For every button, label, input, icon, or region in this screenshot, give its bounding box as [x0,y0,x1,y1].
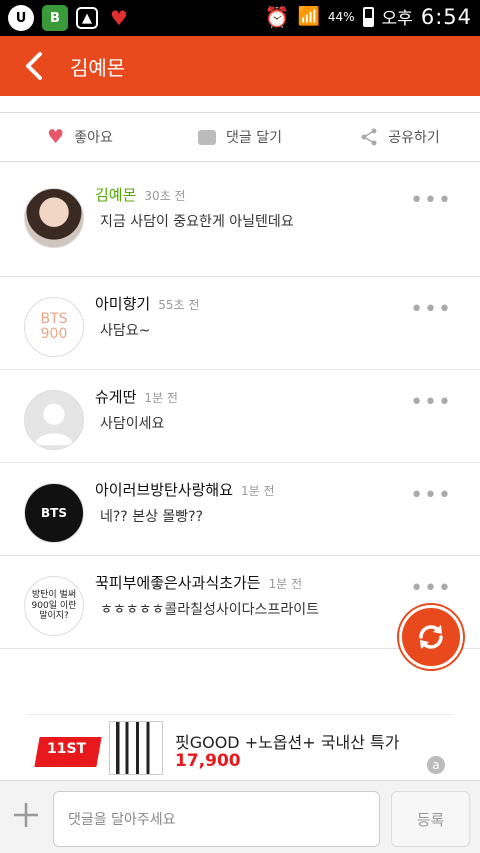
avatar-text: BTS [41,506,67,520]
comment-input-bar: 댓글을 달아주세요 등록 [0,780,480,853]
alarm-icon: ⏰ [264,4,290,29]
avatar[interactable]: 방탄이 벌써 900일 이란말이지? [24,576,84,636]
u-plus-icon: U [8,5,34,31]
back-icon[interactable] [18,48,54,84]
more-options-icon[interactable]: ••• [410,576,452,601]
comment-placeholder: 댓글을 달아주세요 [68,812,176,828]
ad-title: 핏GOOD +노옵션+ 국내산 특가 [175,733,400,752]
more-options-icon[interactable]: ••• [410,390,452,415]
commenter-name[interactable]: 김예몬 [95,186,136,204]
more-options-icon[interactable]: ••• [410,483,452,508]
share-button[interactable]: 공유하기 [320,113,480,161]
wifi-icon: 📶 [297,6,320,27]
plus-icon[interactable] [12,801,40,829]
commenter-name[interactable]: 아미향기 [95,295,150,313]
comment-time: 30초 전 [144,189,186,203]
avatar[interactable] [24,188,84,248]
comment-item: BTS 900 아미향기 55초 전 사담요~ ••• [0,277,480,370]
ad-logo-text: 11ST [47,741,87,757]
post-action-bar: ♥ 좋아요 댓글 달기 공유하기 [0,112,480,162]
refresh-button[interactable] [399,605,463,669]
commenter-name[interactable]: 슈게딴 [95,388,136,406]
share-label: 공유하기 [388,130,440,146]
ad-choices-icon[interactable]: a [427,756,445,774]
ad-logo: 11ST [34,725,119,771]
app-bar: 김예몬 [0,36,480,96]
comment-item: 슈게딴 1분 전 사담이세요 ••• [0,370,480,463]
page-title: 김예몬 [70,56,126,80]
comment-text: 사담이세요 [100,416,165,432]
speech-bubble-icon [198,129,216,145]
comment-time: 55초 전 [158,298,200,312]
avatar-text: BTS 900 [40,310,68,342]
battery-percent: 44% [327,9,355,24]
like-button[interactable]: ♥ 좋아요 [0,113,160,161]
comment-time: 1분 전 [241,484,275,498]
heart-icon: ♥ [47,126,65,148]
avatar[interactable] [24,390,84,450]
share-icon [361,128,377,146]
comment-list: 김예몬 30초 전 지금 사담이 중요한게 아닐텐데요 ••• BTS 900 아… [0,168,480,649]
comment-time: 1분 전 [144,391,178,405]
battery-icon [362,6,374,27]
comment-text: 사담요~ [100,323,151,339]
avatar[interactable]: BTS [24,483,84,543]
gallery-icon: ▲ [76,7,98,29]
comment-text: 지금 사담이 중요한게 아닐텐데요 [100,214,294,230]
comment-item: 김예몬 30초 전 지금 사담이 중요한게 아닐텐데요 ••• [0,168,480,277]
comment-label: 댓글 달기 [226,130,282,146]
status-bar: U B ▲ ♥ ⏰ 📶 44% 오후 6:54 [0,0,480,36]
comment-text: 네?? 본상 몰빵?? [100,509,204,525]
ad-price: 17,900 [175,751,241,771]
more-options-icon[interactable]: ••• [410,188,452,213]
ad-banner[interactable]: 11ST 핏GOOD +노옵션+ 국내산 특가 17,900 a [27,714,453,780]
commenter-name[interactable]: 꾹피부에좋은사과식초가든 [95,574,261,592]
comment-button[interactable]: 댓글 달기 [160,113,320,161]
battery-saver-icon: B [42,5,68,31]
refresh-icon [419,625,443,649]
more-options-icon[interactable]: ••• [410,297,452,322]
avatar[interactable]: BTS 900 [24,297,84,357]
comment-input[interactable]: 댓글을 달아주세요 [53,791,380,847]
ampm: 오후 [381,9,413,29]
ad-product-image [109,721,163,775]
like-label: 좋아요 [74,130,113,146]
default-user-icon [34,403,74,446]
commenter-name[interactable]: 아이러브방탄사랑해요 [95,481,233,499]
comment-item: BTS 아이러브방탄사랑해요 1분 전 네?? 본상 몰빵?? ••• [0,463,480,556]
submit-button[interactable]: 등록 [391,791,470,847]
comment-text: ㅎㅎㅎㅎㅎ콜라칠성사이다스프라이트 [100,602,319,618]
broken-heart-icon: ♥ [110,6,128,30]
avatar-text: 방탄이 벌써 900일 이란말이지? [31,590,77,622]
comment-time: 1분 전 [268,577,303,591]
clock: 6:54 [420,4,472,29]
